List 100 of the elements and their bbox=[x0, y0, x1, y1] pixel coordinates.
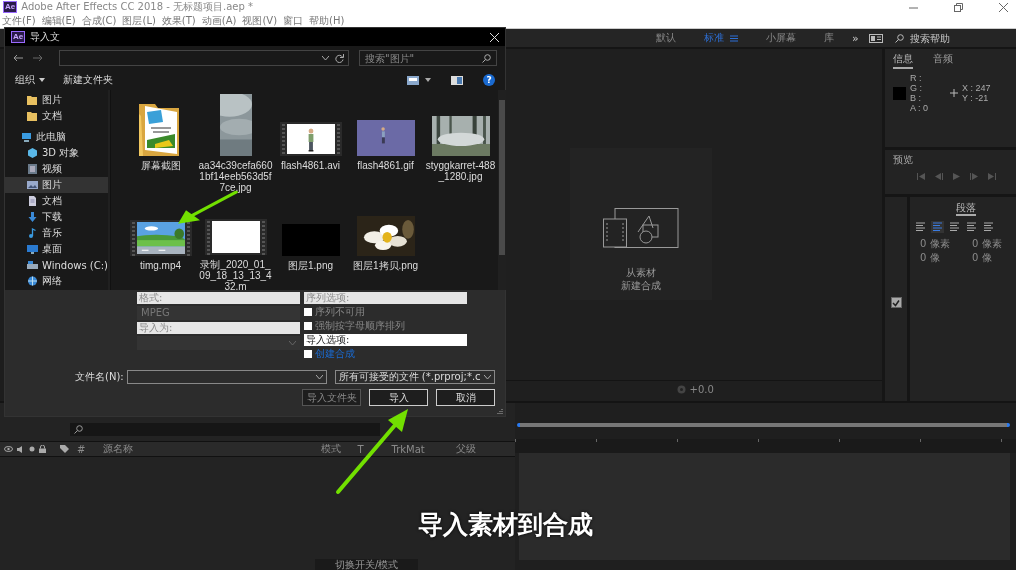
organize-menu[interactable]: 组织 bbox=[15, 73, 45, 87]
sidebar-item[interactable]: 图片 bbox=[5, 177, 108, 193]
caret-icon[interactable] bbox=[315, 375, 323, 379]
image-icon bbox=[27, 180, 38, 190]
file-item[interactable]: flash4861.gif bbox=[348, 92, 423, 216]
indent-value[interactable]: 0 像 bbox=[972, 251, 1012, 265]
solo-icon[interactable] bbox=[29, 446, 35, 452]
search-field[interactable] bbox=[70, 423, 380, 436]
sidebar-item[interactable]: 视频 bbox=[5, 161, 108, 177]
color-value: A : 0 bbox=[910, 103, 929, 113]
dialog-button[interactable]: 取消 bbox=[436, 389, 495, 406]
indent-value[interactable]: 0 像素 bbox=[920, 237, 968, 251]
file-item[interactable]: 屏幕截图 bbox=[123, 92, 198, 216]
lock-icon[interactable] bbox=[39, 445, 46, 453]
filename-field[interactable] bbox=[126, 370, 327, 384]
new-composition-icon[interactable] bbox=[602, 208, 679, 248]
coordinate-value: Y : -21 bbox=[962, 93, 990, 103]
align-icon[interactable] bbox=[982, 221, 995, 233]
menu-item[interactable]: 动画(A) bbox=[201, 14, 237, 28]
file-item[interactable]: aa34c39cefa6601bf14eeb563d5f7ce.jpg bbox=[198, 92, 273, 216]
options-label: 导入选项: bbox=[304, 334, 467, 346]
caret-icon[interactable] bbox=[39, 78, 45, 82]
menu-item[interactable]: 帮助(H) bbox=[309, 14, 345, 28]
file-type-dropdown[interactable]: 所有可接受的文件 (*.prproj;*.c bbox=[334, 370, 495, 384]
sidebar-item[interactable]: Windows (C:) bbox=[5, 257, 108, 273]
cube-icon bbox=[27, 148, 38, 158]
caret-icon[interactable] bbox=[483, 375, 491, 379]
help-search-field[interactable]: 搜索帮助 bbox=[909, 30, 1016, 46]
panel-tab[interactable]: 段落 bbox=[956, 202, 976, 216]
refresh-icon[interactable] bbox=[335, 53, 344, 63]
workspace-tab[interactable]: 默认 bbox=[652, 31, 680, 45]
menu-item[interactable]: 图层(L) bbox=[122, 14, 156, 28]
help-button[interactable]: ? bbox=[483, 74, 495, 86]
indent-value[interactable]: 0 像 bbox=[920, 251, 968, 265]
panel-layout-icon[interactable] bbox=[868, 33, 883, 43]
coordinate-value: X : 247 bbox=[962, 83, 992, 93]
workspace-tab[interactable]: 库 bbox=[820, 31, 838, 45]
sidebar-item[interactable]: 此电脑 bbox=[5, 129, 108, 145]
align-icon[interactable] bbox=[914, 221, 927, 233]
restore-icon[interactable] bbox=[954, 2, 963, 12]
align-icon[interactable] bbox=[948, 221, 961, 233]
back-icon[interactable] bbox=[13, 54, 23, 62]
align-icon[interactable] bbox=[931, 221, 944, 233]
search-field[interactable]: 搜索"图片" bbox=[359, 50, 497, 66]
indent-value[interactable]: 0 像素 bbox=[972, 237, 1012, 251]
new-composition-label[interactable]: 新建合成 bbox=[620, 279, 661, 292]
options-label: 序列选项: bbox=[304, 292, 467, 304]
sidebar-item[interactable]: 网络 bbox=[5, 273, 108, 289]
sidebar-item[interactable]: 下载 bbox=[5, 209, 108, 225]
view-icon[interactable] bbox=[407, 75, 419, 85]
sidebar-item[interactable]: 图片 bbox=[5, 92, 108, 108]
label-tag-icon[interactable] bbox=[60, 445, 69, 453]
sidebar-item[interactable]: 音乐 bbox=[5, 225, 108, 241]
file-item[interactable]: styggkarret-488_1280.jpg bbox=[423, 92, 498, 216]
speaker-icon[interactable] bbox=[17, 445, 25, 453]
file-item[interactable]: timg.mp4 bbox=[123, 216, 198, 290]
file-item[interactable]: flash4861.avi bbox=[273, 92, 348, 216]
sidebar-item[interactable]: 文档 bbox=[5, 108, 108, 124]
workspace-tab[interactable]: 小屏幕 bbox=[762, 31, 800, 45]
sidebar-item[interactable]: 文档 bbox=[5, 193, 108, 209]
preview-pane-icon[interactable] bbox=[451, 75, 463, 85]
menu-item[interactable]: 编辑(E) bbox=[41, 14, 76, 28]
app-logo: Ae bbox=[11, 31, 26, 43]
address-field[interactable] bbox=[59, 50, 349, 66]
search-icon bbox=[74, 425, 83, 434]
menu-item[interactable]: 窗口 bbox=[283, 14, 304, 28]
menu-item[interactable]: 合成(C) bbox=[81, 14, 117, 28]
dialog-button[interactable]: 导入 bbox=[369, 389, 428, 406]
forward-icon[interactable] bbox=[33, 54, 43, 62]
dialog-title: 导入文 bbox=[30, 30, 61, 44]
sidebar-item[interactable]: 3D 对象 bbox=[5, 145, 108, 161]
menu-item[interactable]: 效果(T) bbox=[161, 14, 196, 28]
panel-tab[interactable]: 音频 bbox=[933, 52, 953, 69]
checkbox[interactable] bbox=[304, 350, 312, 358]
overflow-button[interactable]: » bbox=[852, 31, 859, 45]
new-folder-button[interactable]: 新建文件夹 bbox=[63, 73, 113, 87]
menu-item[interactable]: 视图(V) bbox=[242, 14, 278, 28]
caret-icon[interactable] bbox=[425, 78, 431, 82]
menu-icon[interactable] bbox=[730, 34, 738, 42]
new-composition-label[interactable]: 从素材 bbox=[625, 266, 656, 279]
window-title: Adobe After Effects CC 2018 - 无标题项目.aep * bbox=[21, 0, 253, 14]
scrollbar[interactable] bbox=[498, 90, 506, 290]
file-item[interactable]: 录制_2020_01_09_18_13_13_432.m bbox=[198, 216, 273, 290]
visibility-icon[interactable] bbox=[4, 446, 13, 452]
column-header: TrkMat bbox=[391, 443, 426, 455]
music-note-icon bbox=[27, 228, 38, 238]
panel-tab[interactable]: 信息 bbox=[893, 52, 913, 69]
toggle-switches-label[interactable]: 切换开关/模式 bbox=[315, 559, 419, 570]
exposure-value[interactable]: +0.0 bbox=[689, 383, 714, 395]
folder-icon bbox=[27, 111, 38, 121]
app-logo: Ae bbox=[3, 1, 18, 13]
align-icon[interactable] bbox=[965, 221, 978, 233]
caret-icon[interactable] bbox=[322, 56, 329, 60]
menu-item[interactable]: 文件(F) bbox=[2, 14, 36, 28]
sidebar-item[interactable]: 桌面 bbox=[5, 241, 108, 257]
resize-grip-icon[interactable] bbox=[497, 408, 503, 414]
file-item[interactable]: 图层1拷贝.png bbox=[348, 216, 423, 290]
file-item[interactable]: 图层1.png bbox=[273, 216, 348, 290]
checkbox[interactable] bbox=[891, 297, 902, 308]
folder-icon bbox=[27, 95, 38, 105]
